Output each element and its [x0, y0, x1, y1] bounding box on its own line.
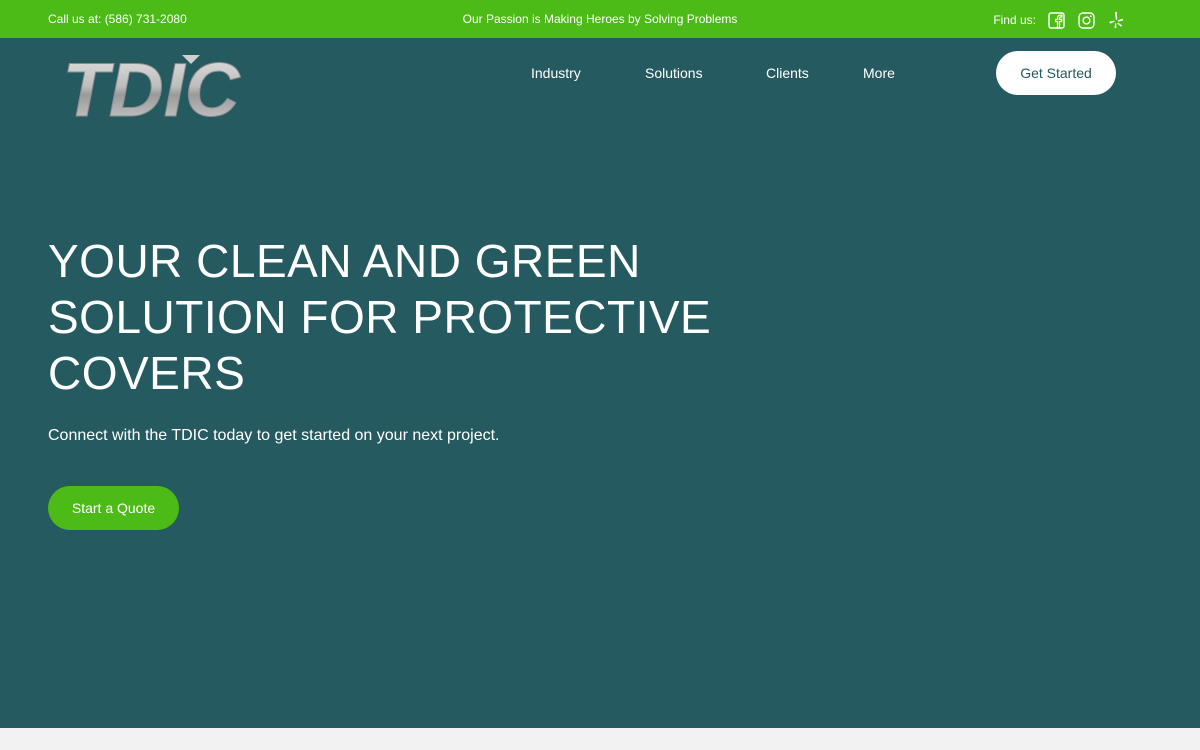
- hero-section: TDIC Industry Solutions Clients More Get…: [0, 38, 1200, 728]
- nav-item-solutions[interactable]: Solutions: [645, 65, 703, 81]
- nav-item-more[interactable]: More: [863, 65, 895, 81]
- instagram-icon[interactable]: [1076, 10, 1096, 30]
- hero-headline: YOUR CLEAN AND GREEN SOLUTION FOR PROTEC…: [48, 235, 712, 399]
- yelp-icon[interactable]: [1106, 10, 1126, 30]
- hero-subheadline: Connect with the TDIC today to get start…: [48, 427, 500, 444]
- start-quote-button[interactable]: Start a Quote: [48, 486, 179, 530]
- nav-item-industry[interactable]: Industry: [531, 65, 581, 81]
- facebook-icon[interactable]: [1046, 10, 1066, 30]
- nav-item-clients[interactable]: Clients: [766, 65, 809, 81]
- social-links: Find us:: [993, 10, 1126, 30]
- get-started-button[interactable]: Get Started: [996, 51, 1116, 95]
- find-us-label: Find us:: [993, 13, 1036, 27]
- top-bar: Call us at: (586) 731-2080 Our Passion i…: [0, 0, 1200, 38]
